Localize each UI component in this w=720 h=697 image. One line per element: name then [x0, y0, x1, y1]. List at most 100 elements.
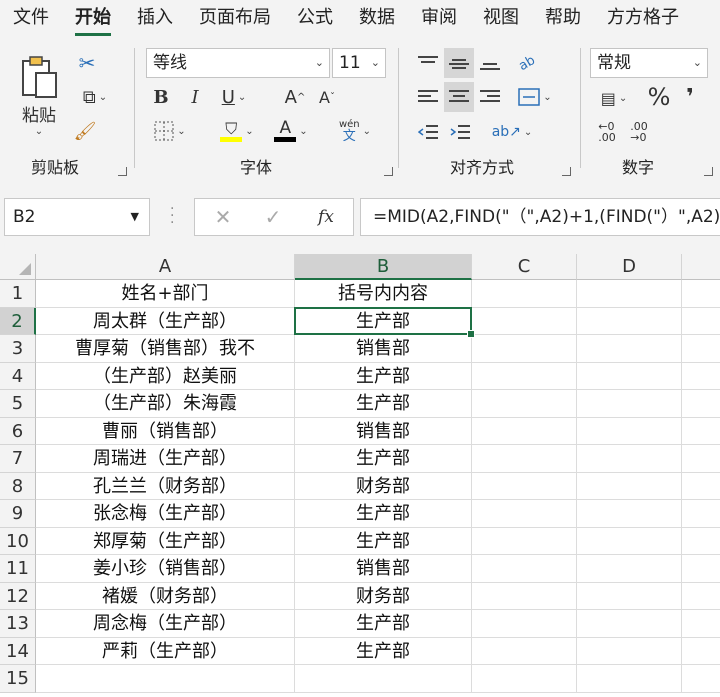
cell[interactable]	[472, 280, 577, 308]
comma-button[interactable]: ❜	[678, 82, 702, 112]
cell[interactable]: 括号内内容	[295, 280, 472, 308]
row-header[interactable]: 8	[0, 472, 36, 500]
cancel-button[interactable]: ✕	[209, 203, 237, 231]
formula-input[interactable]: =MID(A2,FIND("（",A2)+1,(FIND("）",A2)-FIN…	[360, 198, 720, 236]
tab-2[interactable]: 插入	[124, 0, 186, 38]
cell[interactable]: 财务部	[295, 472, 472, 500]
cell[interactable]	[577, 362, 682, 390]
column-header-b[interactable]: B	[295, 254, 472, 280]
cell[interactable]	[682, 500, 720, 528]
align-right-button[interactable]	[476, 82, 504, 112]
cell[interactable]	[577, 445, 682, 473]
row-header[interactable]: 14	[0, 637, 36, 665]
increase-indent-button[interactable]	[446, 118, 474, 146]
cell[interactable]: 姓名+部门	[36, 280, 295, 308]
accounting-format-button[interactable]: ▤ ⌄	[592, 84, 636, 112]
cell[interactable]	[472, 390, 577, 418]
fill-color-button[interactable]: ⛉ ⌄	[214, 118, 260, 144]
select-all-button[interactable]	[0, 254, 36, 280]
row-header[interactable]: 7	[0, 445, 36, 473]
column-header-e[interactable]	[682, 254, 720, 280]
cell[interactable]	[577, 335, 682, 363]
row-header[interactable]: 6	[0, 417, 36, 445]
cell[interactable]: （生产部）赵美丽	[36, 362, 295, 390]
cell[interactable]: 褚媛（财务部）	[36, 582, 295, 610]
tab-7[interactable]: 视图	[470, 0, 532, 38]
cell[interactable]	[472, 472, 577, 500]
cell[interactable]	[682, 335, 720, 363]
insert-function-button[interactable]: fx	[311, 203, 341, 231]
bold-button[interactable]: B	[148, 84, 174, 110]
decrease-decimal-button[interactable]: .00 →0	[624, 118, 654, 146]
cell[interactable]: 姜小珍（销售部）	[36, 555, 295, 583]
cut-button[interactable]: ✂	[74, 50, 100, 76]
cell[interactable]: 张念梅（生产部）	[36, 500, 295, 528]
tab-6[interactable]: 审阅	[408, 0, 470, 38]
cell[interactable]	[472, 362, 577, 390]
cell[interactable]	[682, 638, 720, 665]
align-middle-button[interactable]	[444, 48, 474, 78]
increase-decimal-button[interactable]: ←0.00	[592, 118, 622, 146]
decrease-indent-button[interactable]	[414, 118, 442, 146]
column-header-a[interactable]: A	[36, 254, 295, 280]
cell[interactable]: 财务部	[295, 582, 472, 610]
font-launcher-icon[interactable]	[384, 167, 393, 176]
cell[interactable]: 生产部	[295, 610, 472, 638]
cell[interactable]	[682, 583, 720, 610]
row-header[interactable]: 3	[0, 335, 36, 363]
increase-font-button[interactable]: A ^	[282, 84, 308, 110]
cell[interactable]	[577, 472, 682, 500]
decrease-font-button[interactable]: Aˇ	[314, 84, 340, 110]
cell[interactable]: 生产部	[295, 637, 472, 665]
clipboard-launcher-icon[interactable]	[118, 167, 127, 176]
cell[interactable]	[682, 473, 720, 500]
italic-button[interactable]: I	[182, 84, 208, 110]
align-bottom-button[interactable]	[476, 48, 504, 78]
cell[interactable]: 孔兰兰（财务部）	[36, 472, 295, 500]
align-left-button[interactable]	[414, 82, 442, 112]
cell[interactable]	[682, 308, 720, 335]
cell[interactable]	[682, 418, 720, 445]
cell[interactable]: 周瑞进（生产部）	[36, 445, 295, 473]
cell[interactable]	[295, 665, 472, 693]
cell[interactable]: 生产部	[295, 390, 472, 418]
number-format-select[interactable]: 常规 ⌄	[590, 48, 708, 78]
row-header[interactable]: 12	[0, 582, 36, 610]
cell[interactable]: 生产部	[295, 500, 472, 528]
number-launcher-icon[interactable]	[704, 167, 713, 176]
cell[interactable]: 销售部	[295, 335, 472, 363]
align-center-button[interactable]	[444, 82, 474, 112]
cell[interactable]: 周念梅（生产部）	[36, 610, 295, 638]
tab-9[interactable]: 方方格子	[594, 0, 692, 38]
cell[interactable]: 严莉（生产部）	[36, 637, 295, 665]
cell[interactable]	[472, 500, 577, 528]
tab-1[interactable]: 开始	[62, 0, 124, 38]
font-size-select[interactable]: 11 ⌄	[332, 48, 386, 78]
cell[interactable]	[577, 500, 682, 528]
cell[interactable]	[682, 445, 720, 473]
cell[interactable]	[472, 307, 577, 335]
cell[interactable]: 生产部	[295, 445, 472, 473]
cell[interactable]	[577, 390, 682, 418]
tab-0[interactable]: 文件	[0, 0, 62, 38]
tab-4[interactable]: 公式	[284, 0, 346, 38]
row-header[interactable]: 15	[0, 665, 36, 693]
cell[interactable]	[472, 445, 577, 473]
borders-button[interactable]: ⌄	[148, 118, 192, 144]
row-header[interactable]: 1	[0, 280, 36, 308]
paste-button[interactable]: 粘贴 ⌄	[14, 48, 64, 144]
row-header[interactable]: 9	[0, 500, 36, 528]
cell[interactable]	[577, 555, 682, 583]
tab-8[interactable]: 帮助	[532, 0, 594, 38]
cell[interactable]	[472, 665, 577, 693]
cell[interactable]: 生产部	[295, 362, 472, 390]
enter-button[interactable]: ✓	[259, 203, 287, 231]
row-header[interactable]: 5	[0, 390, 36, 418]
cell[interactable]: 生产部	[295, 527, 472, 555]
underline-button[interactable]: U ⌄	[214, 84, 254, 110]
column-header-d[interactable]: D	[577, 254, 682, 280]
cell[interactable]	[577, 417, 682, 445]
cell[interactable]	[577, 637, 682, 665]
cell[interactable]: 销售部	[295, 417, 472, 445]
cell[interactable]: 郑厚菊（生产部）	[36, 527, 295, 555]
